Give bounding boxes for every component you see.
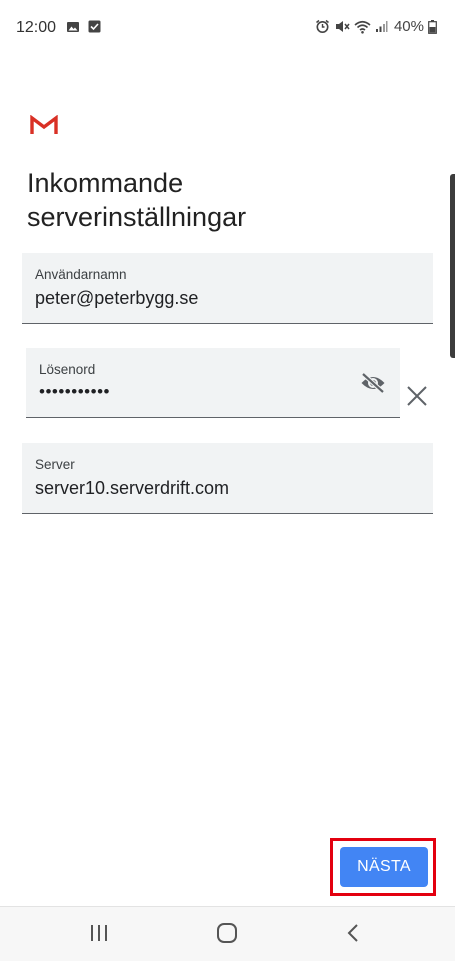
username-field[interactable]: Användarnamn peter@peterbygg.se: [22, 253, 433, 324]
signal-icon: [375, 21, 388, 32]
page-title-line-2: serverinställningar: [27, 202, 247, 232]
page-title-line-1: Inkommande: [27, 168, 184, 198]
image-icon: [67, 22, 79, 32]
password-value: •••••••••••: [39, 382, 110, 401]
username-label: Användarnamn: [35, 267, 127, 282]
battery-icon: [428, 19, 437, 34]
server-field[interactable]: Server server10.serverdrift.com: [22, 443, 433, 514]
server-value: server10.serverdrift.com: [35, 478, 230, 498]
password-label: Lösenord: [39, 362, 96, 377]
status-left-icons: [66, 20, 101, 34]
server-label: Server: [35, 457, 75, 472]
battery-level: 40%: [393, 18, 424, 35]
wifi-icon: [354, 20, 371, 34]
alarm-icon: [316, 19, 329, 33]
visibility-off-icon[interactable]: [360, 372, 386, 394]
recent-apps-icon[interactable]: [89, 924, 109, 942]
mute-icon: [335, 21, 350, 32]
scroll-indicator[interactable]: [450, 174, 455, 358]
close-icon[interactable]: [406, 385, 428, 407]
password-field[interactable]: Lösenord •••••••••••: [26, 348, 400, 418]
status-time: 12:00: [16, 19, 57, 36]
username-value: peter@peterbygg.se: [35, 288, 199, 308]
back-icon[interactable]: [346, 923, 360, 943]
status-bar: 12:00 40%: [0, 0, 455, 56]
gmail-logo: [30, 115, 58, 134]
home-icon[interactable]: [216, 922, 238, 944]
check-square-icon: [88, 20, 101, 33]
status-right-icons: 40%: [315, 18, 437, 35]
page-title: Inkommande serverinställningar: [27, 166, 246, 234]
next-button[interactable]: NÄSTA: [340, 847, 428, 887]
navigation-bar: [0, 906, 455, 961]
